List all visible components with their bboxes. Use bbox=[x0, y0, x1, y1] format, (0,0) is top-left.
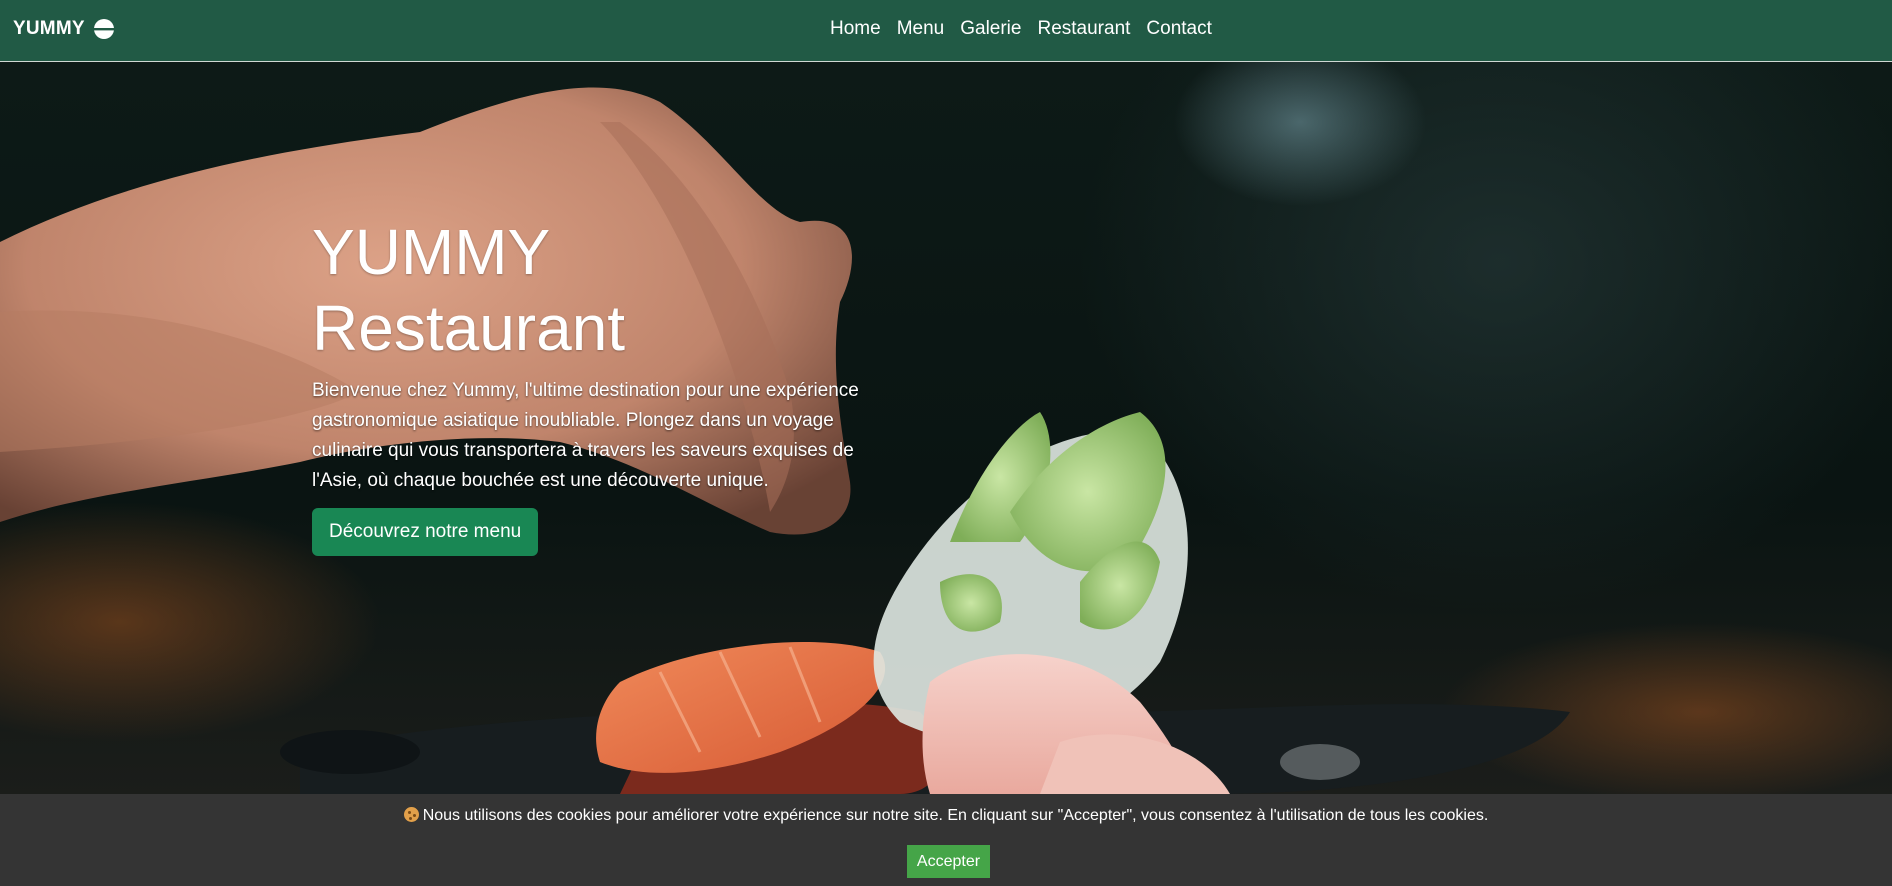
brand-name: YUMMY bbox=[13, 18, 85, 39]
discover-menu-button[interactable]: Découvrez notre menu bbox=[312, 508, 539, 556]
hero-description: Bienvenue chez Yummy, l'ultime destinati… bbox=[312, 380, 859, 491]
bowl-icon bbox=[93, 19, 114, 39]
hero-section: YUMMY Restaurant Bienvenue chez Yummy, l… bbox=[0, 62, 1892, 794]
cookie-icon bbox=[403, 807, 419, 822]
main-nav: Home Menu Galerie Restaurant Contact bbox=[830, 18, 1212, 40]
hero-title-line-2: Restaurant bbox=[312, 292, 626, 364]
nav-link-home[interactable]: Home bbox=[830, 18, 881, 40]
nav-link-restaurant[interactable]: Restaurant bbox=[1037, 18, 1130, 40]
accept-cookies-button[interactable]: Accepter bbox=[907, 845, 990, 878]
brand-logo[interactable]: YUMMY bbox=[13, 18, 115, 40]
cookie-banner: Nous utilisons des cookies pour améliore… bbox=[0, 794, 1892, 886]
cookie-message: Nous utilisons des cookies pour améliore… bbox=[0, 807, 1892, 825]
hero-background-image bbox=[0, 87, 1892, 794]
hero-title-line-1: YUMMY bbox=[312, 216, 551, 288]
navbar: YUMMY Home Menu Galerie Restaurant Conta… bbox=[0, 0, 1892, 62]
hero-title: YUMMY Restaurant bbox=[312, 214, 902, 366]
nav-link-menu[interactable]: Menu bbox=[897, 18, 945, 40]
hero-content: YUMMY Restaurant Bienvenue chez Yummy, l… bbox=[312, 214, 902, 556]
nav-link-contact[interactable]: Contact bbox=[1146, 18, 1211, 40]
nav-link-galerie[interactable]: Galerie bbox=[960, 18, 1021, 40]
cookie-message-text: Nous utilisons des cookies pour améliore… bbox=[422, 807, 1489, 824]
